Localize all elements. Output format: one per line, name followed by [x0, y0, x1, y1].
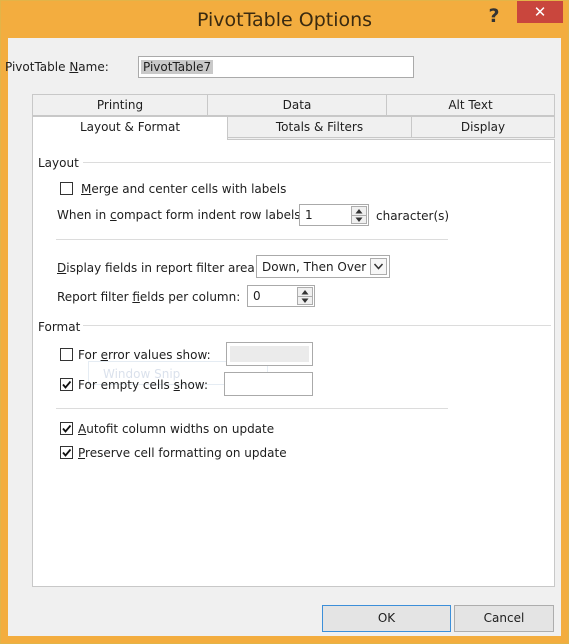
- merge-center-checkbox[interactable]: [60, 182, 73, 195]
- filter-per-column-value: 0: [253, 289, 261, 303]
- tab-totals-filters[interactable]: Totals & Filters: [227, 116, 412, 138]
- cancel-button[interactable]: Cancel: [454, 605, 554, 632]
- format-inner-divider: [56, 408, 448, 409]
- ok-button[interactable]: OK: [322, 605, 451, 632]
- preserve-formatting-checkbox[interactable]: [60, 446, 73, 459]
- pivot-name-input[interactable]: PivotTable7: [138, 56, 414, 78]
- merge-center-label: Merge and center cells with labels: [81, 182, 287, 196]
- layout-section-divider: [83, 162, 551, 163]
- empty-cells-checkbox[interactable]: [60, 378, 73, 391]
- empty-cells-label: For empty cells show:: [78, 378, 209, 392]
- indent-suffix: character(s): [376, 209, 450, 223]
- close-button[interactable]: ✕: [517, 1, 563, 23]
- layout-inner-divider: [56, 239, 448, 240]
- help-button[interactable]: ?: [479, 4, 509, 28]
- spin-up-icon[interactable]: [298, 288, 312, 296]
- indent-label: When in compact form indent row labels:: [57, 208, 305, 222]
- indent-value: 1: [305, 208, 313, 222]
- dialog-window: PivotTable Options ? ✕ PivotTable Name: …: [0, 0, 569, 644]
- filter-per-column-spin-buttons[interactable]: [297, 287, 313, 305]
- chevron-down-icon[interactable]: [370, 258, 387, 275]
- tab-data[interactable]: Data: [207, 94, 387, 116]
- error-values-input[interactable]: [226, 342, 313, 366]
- checkmark-icon: [62, 380, 72, 389]
- error-values-checkbox[interactable]: [60, 348, 73, 361]
- indent-spin-buttons[interactable]: [351, 206, 367, 224]
- filter-per-column-label: Report filter fields per column:: [57, 290, 241, 304]
- format-section-divider: [83, 325, 551, 326]
- autofit-label: Autofit column widths on update: [78, 422, 275, 436]
- tab-alt-text[interactable]: Alt Text: [386, 94, 555, 116]
- layout-section-heading: Layout: [38, 156, 79, 170]
- checkmark-icon: [62, 424, 72, 433]
- tab-printing[interactable]: Printing: [32, 94, 208, 116]
- autofit-checkbox[interactable]: [60, 422, 73, 435]
- pivot-name-value: PivotTable7: [141, 60, 214, 74]
- spin-down-icon[interactable]: [352, 215, 366, 224]
- filter-area-label: Display fields in report filter area:: [57, 261, 259, 275]
- filter-per-column-stepper[interactable]: 0: [247, 285, 315, 307]
- format-section-heading: Format: [38, 320, 81, 334]
- pivot-name-label: PivotTable Name:: [5, 60, 109, 74]
- empty-cells-input[interactable]: [224, 372, 313, 396]
- preserve-formatting-label: Preserve cell formatting on update: [78, 446, 287, 460]
- close-icon: ✕: [533, 3, 547, 21]
- error-values-value: [230, 346, 309, 362]
- filter-area-select[interactable]: Down, Then Over: [256, 255, 390, 278]
- dialog-client-area: PivotTable Name: PivotTable7 Printing Da…: [5, 38, 561, 636]
- tab-display[interactable]: Display: [411, 116, 555, 138]
- spin-down-icon[interactable]: [298, 296, 312, 305]
- filter-area-value: Down, Then Over: [262, 260, 367, 274]
- indent-stepper[interactable]: 1: [299, 204, 369, 226]
- title-bar[interactable]: PivotTable Options ? ✕: [1, 1, 568, 38]
- checkmark-icon: [62, 448, 72, 457]
- error-values-label: For error values show:: [78, 348, 211, 362]
- tab-layout-format[interactable]: Layout & Format: [32, 116, 228, 140]
- spin-up-icon[interactable]: [352, 207, 366, 215]
